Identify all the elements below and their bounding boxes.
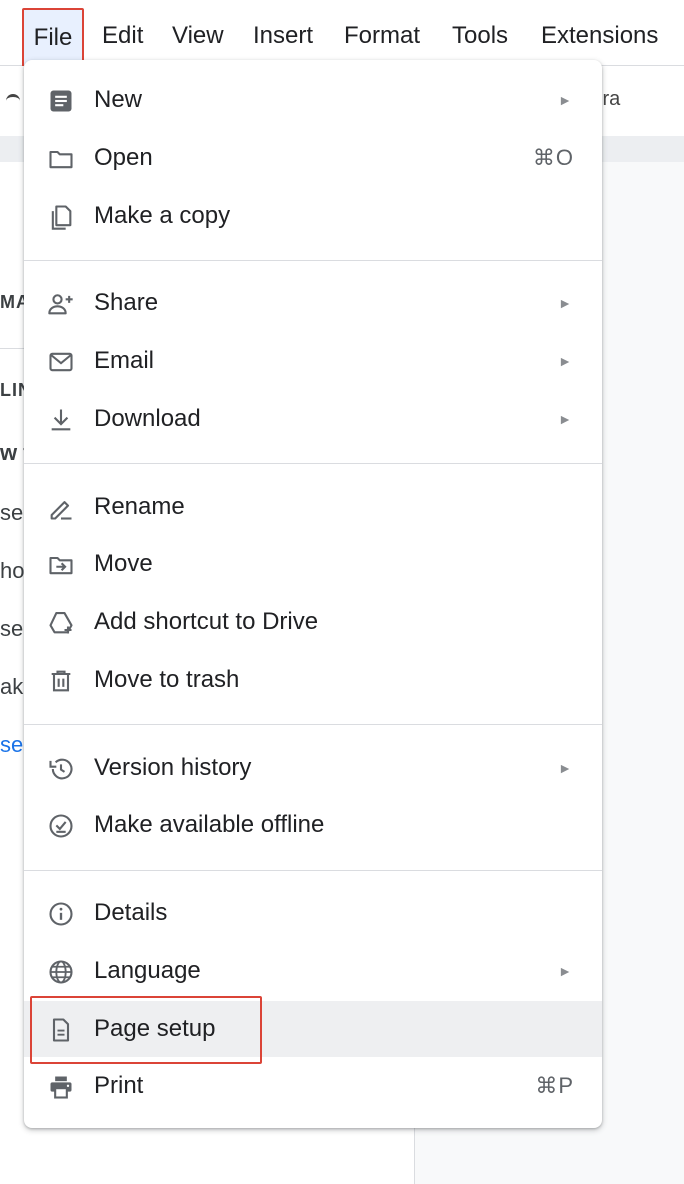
menu-item-make-available-offline[interactable]: Make available offline — [24, 797, 602, 853]
menu-item-label: Language — [94, 957, 201, 984]
menu-item-shortcut: ⌘O — [532, 145, 574, 170]
menu-item-label: Open — [94, 144, 153, 171]
menu-separator — [24, 463, 602, 464]
menubar: File Edit View Insert Format Tools Exten… — [0, 0, 684, 68]
menu-item-label: Print — [94, 1072, 144, 1099]
menu-item-label: New — [94, 86, 143, 113]
globe-icon — [46, 957, 76, 987]
page-setup-highlight-box — [30, 996, 262, 1064]
add-person-icon — [46, 289, 76, 319]
copy-icon — [46, 202, 76, 232]
menu-separator — [24, 870, 602, 871]
offline-check-icon — [46, 811, 76, 841]
menu-extensions[interactable]: Extensions — [541, 10, 658, 62]
menu-item-label: Move to trash — [94, 666, 240, 693]
submenu-arrow-icon: ► — [558, 411, 572, 427]
menu-item-move-to-trash[interactable]: Move to trash — [24, 652, 602, 708]
menu-item-language[interactable]: Language ► — [24, 943, 602, 999]
doc-text-line: se — [0, 616, 24, 641]
menu-item-new[interactable]: New ► — [24, 72, 602, 128]
submenu-arrow-icon: ► — [558, 760, 572, 776]
menu-tools[interactable]: Tools — [452, 10, 508, 62]
menu-separator — [24, 724, 602, 725]
submenu-arrow-icon: ► — [558, 353, 572, 369]
submenu-arrow-icon: ► — [558, 295, 572, 311]
menu-item-print[interactable]: Print ⌘P — [24, 1058, 602, 1114]
menu-item-label: Rename — [94, 493, 185, 520]
menu-item-label: Make a copy — [94, 202, 231, 229]
download-icon — [46, 405, 76, 435]
menu-item-label: Email — [94, 347, 155, 374]
menu-item-make-a-copy[interactable]: Make a copy — [24, 188, 602, 244]
menu-item-label: Make available offline — [94, 811, 325, 838]
menu-separator — [24, 260, 602, 261]
menu-format[interactable]: Format — [344, 10, 420, 62]
menu-item-label: Share — [94, 289, 159, 316]
doc-text-line: ak — [0, 674, 24, 699]
rename-icon — [46, 493, 76, 523]
menu-view[interactable]: View — [172, 10, 224, 62]
menu-item-move[interactable]: Move — [24, 536, 602, 592]
document-icon — [46, 86, 76, 116]
menu-item-open[interactable]: Open ⌘O — [24, 130, 602, 186]
doc-link-line[interactable]: se — [0, 732, 23, 758]
folder-icon — [46, 144, 76, 174]
menu-insert[interactable]: Insert — [253, 10, 313, 62]
menu-item-share[interactable]: Share ► — [24, 275, 602, 331]
menu-item-label: Add shortcut to Drive — [94, 608, 319, 635]
menu-item-rename[interactable]: Rename — [24, 479, 602, 535]
menu-item-version-history[interactable]: Version history ► — [24, 740, 602, 796]
menu-item-label: Version history — [94, 754, 252, 781]
history-icon — [46, 754, 76, 784]
submenu-arrow-icon: ► — [558, 92, 572, 108]
move-folder-icon — [46, 550, 76, 580]
file-menu-dropdown: New ► Open ⌘O Make a copy Share ► Email … — [24, 60, 602, 1128]
submenu-arrow-icon: ► — [558, 963, 572, 979]
menu-item-label: Move — [94, 550, 153, 577]
menu-item-label: Details — [94, 899, 168, 926]
trash-icon — [46, 666, 76, 696]
menu-item-shortcut: ⌘P — [535, 1073, 574, 1098]
drive-shortcut-icon — [46, 608, 76, 638]
menu-item-email[interactable]: Email ► — [24, 333, 602, 389]
menu-item-download[interactable]: Download ► — [24, 391, 602, 447]
printer-icon — [46, 1072, 76, 1102]
menu-file[interactable]: File — [22, 8, 84, 68]
menu-item-add-shortcut-to-drive[interactable]: Add shortcut to Drive — [24, 594, 602, 650]
menu-item-label: Download — [94, 405, 201, 432]
doc-text-line: ho — [0, 558, 25, 583]
menu-item-details[interactable]: Details — [24, 885, 602, 941]
email-icon — [46, 347, 76, 377]
info-icon — [46, 899, 76, 929]
menu-edit[interactable]: Edit — [102, 10, 143, 62]
doc-text-line: se — [0, 500, 24, 525]
undo-icon[interactable] — [6, 94, 20, 107]
